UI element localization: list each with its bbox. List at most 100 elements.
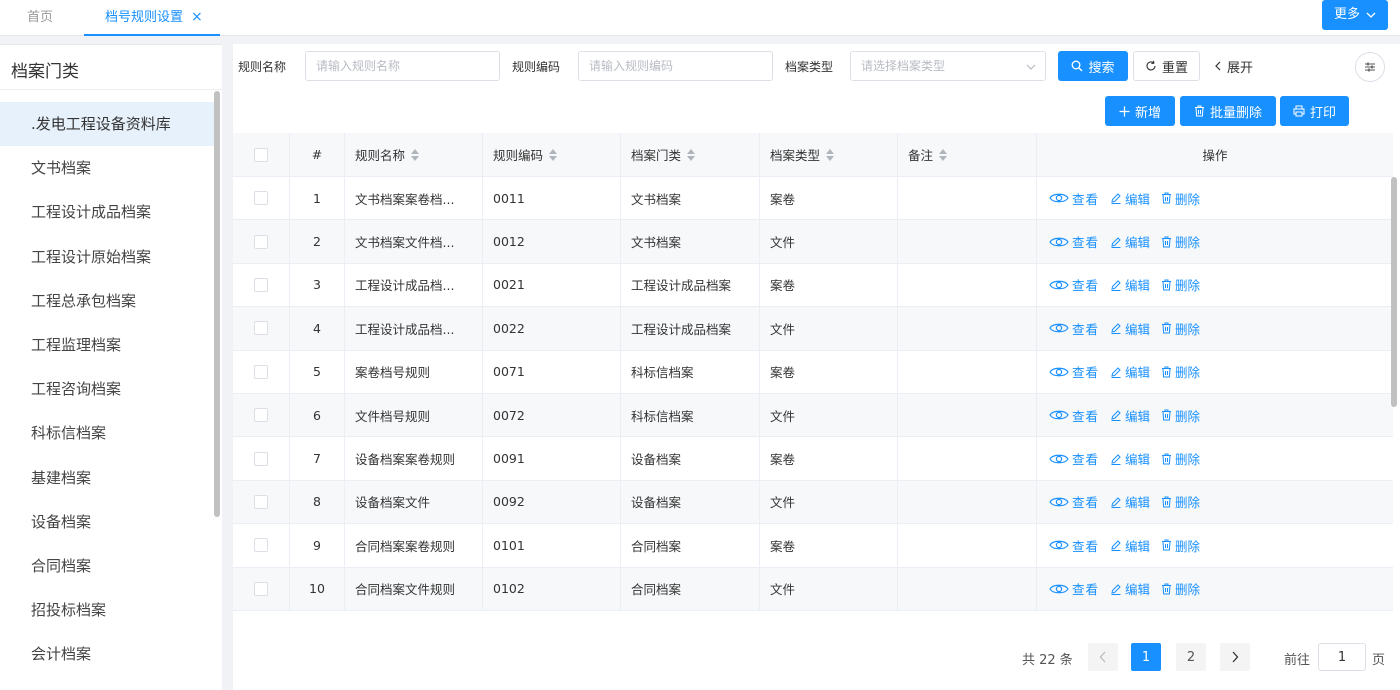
view-button[interactable]: 查看 (1049, 232, 1099, 251)
table-row[interactable]: 9 合同档案案卷规则 0101 合同档案 案卷 查看 编辑 删除 (233, 524, 1393, 568)
delete-button[interactable]: 删除 (1161, 536, 1200, 555)
sort-icon[interactable] (411, 148, 420, 161)
table-row[interactable]: 4 工程设计成品档... 0022 工程设计成品档案 文件 查看 编辑 删除 (233, 307, 1393, 351)
view-button[interactable]: 查看 (1049, 362, 1099, 381)
row-checkbox[interactable] (254, 321, 268, 336)
edit-button[interactable]: 编辑 (1110, 362, 1150, 381)
expand-button[interactable]: 展开 (1211, 51, 1256, 81)
table-row[interactable]: 10 合同档案文件规则 0102 合同档案 文件 查看 编辑 删除 (233, 567, 1393, 611)
sidebar-item[interactable]: 会计档案 (0, 632, 214, 676)
view-button[interactable]: 查看 (1049, 406, 1099, 425)
rule-code-input[interactable] (578, 51, 773, 81)
sidebar-item[interactable]: 工程总承包档案 (0, 279, 214, 323)
table-row[interactable]: 5 案卷档号规则 0071 科标信档案 案卷 查看 编辑 删除 (233, 350, 1393, 394)
sidebar-item[interactable]: 工程咨询档案 (0, 367, 214, 411)
row-checkbox[interactable] (254, 277, 268, 292)
delete-button[interactable]: 删除 (1161, 449, 1200, 468)
view-button[interactable]: 查看 (1049, 579, 1099, 598)
edit-button[interactable]: 编辑 (1110, 319, 1150, 338)
delete-button[interactable]: 删除 (1161, 579, 1200, 598)
row-checkbox[interactable] (254, 451, 268, 466)
rule-name-input[interactable] (305, 51, 500, 81)
sort-icon[interactable] (687, 148, 696, 161)
tab-home[interactable]: 首页 (27, 0, 53, 36)
view-button[interactable]: 查看 (1049, 449, 1099, 468)
row-checkbox[interactable] (254, 538, 268, 553)
sidebar-item[interactable]: 基建档案 (0, 456, 214, 500)
table-row[interactable]: 7 设备档案案卷规则 0091 设备档案 案卷 查看 编辑 删除 (233, 437, 1393, 481)
tab-archive-rule-settings[interactable]: 档号规则设置 × (84, 0, 220, 36)
category-cell: 文书档案 (621, 177, 760, 220)
delete-button[interactable]: 删除 (1161, 492, 1200, 511)
view-button[interactable]: 查看 (1049, 536, 1099, 555)
more-button[interactable]: 更多 (1321, 0, 1388, 30)
header-note[interactable]: 备注 (898, 133, 1037, 176)
page-1-button[interactable]: 1 (1131, 643, 1161, 671)
edit-button[interactable]: 编辑 (1110, 492, 1150, 511)
row-checkbox[interactable] (254, 408, 268, 423)
note-cell (898, 480, 1037, 524)
sidebar-item[interactable]: 设备档案 (0, 500, 214, 544)
archive-type-cell: 案卷 (760, 263, 898, 307)
sort-icon[interactable] (549, 148, 558, 161)
delete-button[interactable]: 删除 (1161, 406, 1200, 425)
goto-page-input[interactable] (1318, 643, 1366, 671)
table-row[interactable]: 1 文书档案案卷档... 0011 文书档案 案卷 查看 编辑 删除 (233, 177, 1393, 221)
prev-page-button[interactable] (1088, 643, 1118, 671)
edit-button[interactable]: 编辑 (1110, 579, 1150, 598)
view-button[interactable]: 查看 (1049, 319, 1099, 338)
delete-button[interactable]: 删除 (1161, 232, 1200, 251)
table-row[interactable]: 8 设备档案文件 0092 设备档案 文件 查看 编辑 删除 (233, 480, 1393, 525)
delete-button[interactable]: 删除 (1161, 275, 1200, 294)
page-2-button[interactable]: 2 (1176, 643, 1206, 671)
search-button[interactable]: 搜索 (1058, 51, 1128, 81)
header-category[interactable]: 档案门类 (621, 133, 760, 176)
sidebar-item[interactable]: 工程设计原始档案 (0, 235, 214, 279)
sidebar-item[interactable]: 招投标档案 (0, 588, 214, 632)
table-row[interactable]: 2 文书档案文件档... 0012 文书档案 文件 查看 编辑 删除 (233, 220, 1393, 264)
delete-button[interactable]: 删除 (1161, 319, 1200, 338)
edit-button[interactable]: 编辑 (1110, 449, 1150, 468)
edit-button[interactable]: 编辑 (1110, 275, 1150, 294)
delete-button[interactable]: 删除 (1161, 189, 1200, 208)
table-row[interactable]: 3 工程设计成品档... 0021 工程设计成品档案 案卷 查看 编辑 删除 (233, 263, 1393, 308)
row-checkbox[interactable] (254, 364, 268, 379)
sidebar-item[interactable]: 科标信档案 (0, 411, 214, 455)
sidebar-item[interactable]: .发电工程设备资料库 (0, 102, 214, 147)
archive-type-select[interactable]: 请选择档案类型 (850, 51, 1046, 81)
add-button[interactable]: 新增 (1105, 96, 1175, 126)
next-page-button[interactable] (1220, 643, 1250, 671)
edit-button[interactable]: 编辑 (1110, 536, 1150, 555)
delete-button[interactable]: 删除 (1161, 362, 1200, 381)
sidebar-item[interactable]: 文书档案 (0, 146, 214, 190)
select-all-checkbox[interactable] (254, 147, 268, 162)
sort-icon[interactable] (826, 148, 835, 161)
sidebar-scrollbar[interactable] (214, 91, 220, 517)
row-checkbox[interactable] (254, 494, 268, 509)
edit-button[interactable]: 编辑 (1110, 232, 1150, 251)
header-rule-code[interactable]: 规则编码 (483, 133, 621, 176)
sort-icon[interactable] (939, 148, 948, 161)
view-button[interactable]: 查看 (1049, 189, 1099, 208)
sidebar-item[interactable]: 合同档案 (0, 544, 214, 588)
header-rule-name[interactable]: 规则名称 (345, 133, 483, 176)
table-scrollbar[interactable] (1391, 177, 1397, 407)
view-button[interactable]: 查看 (1049, 492, 1099, 511)
column-settings-button[interactable] (1355, 52, 1385, 82)
view-button[interactable]: 查看 (1049, 275, 1099, 294)
edit-icon (1111, 410, 1121, 422)
edit-button[interactable]: 编辑 (1110, 406, 1150, 425)
sidebar-item[interactable]: 工程监理档案 (0, 323, 214, 367)
print-button[interactable]: 打印 (1280, 96, 1349, 126)
reset-button[interactable]: 重置 (1133, 51, 1200, 81)
sidebar-item[interactable]: 工程设计成品档案 (0, 190, 214, 234)
row-checkbox[interactable] (254, 191, 268, 206)
close-icon[interactable]: × (191, 9, 203, 25)
table-row[interactable]: 6 文件档号规则 0072 科标信档案 文件 查看 编辑 删除 (233, 393, 1393, 438)
row-checkbox[interactable] (254, 581, 268, 596)
edit-button[interactable]: 编辑 (1110, 189, 1150, 208)
batch-delete-button[interactable]: 批量删除 (1180, 96, 1276, 126)
header-archive-type[interactable]: 档案类型 (760, 133, 898, 176)
row-checkbox[interactable] (254, 234, 268, 249)
view-label: 查看 (1072, 278, 1100, 294)
